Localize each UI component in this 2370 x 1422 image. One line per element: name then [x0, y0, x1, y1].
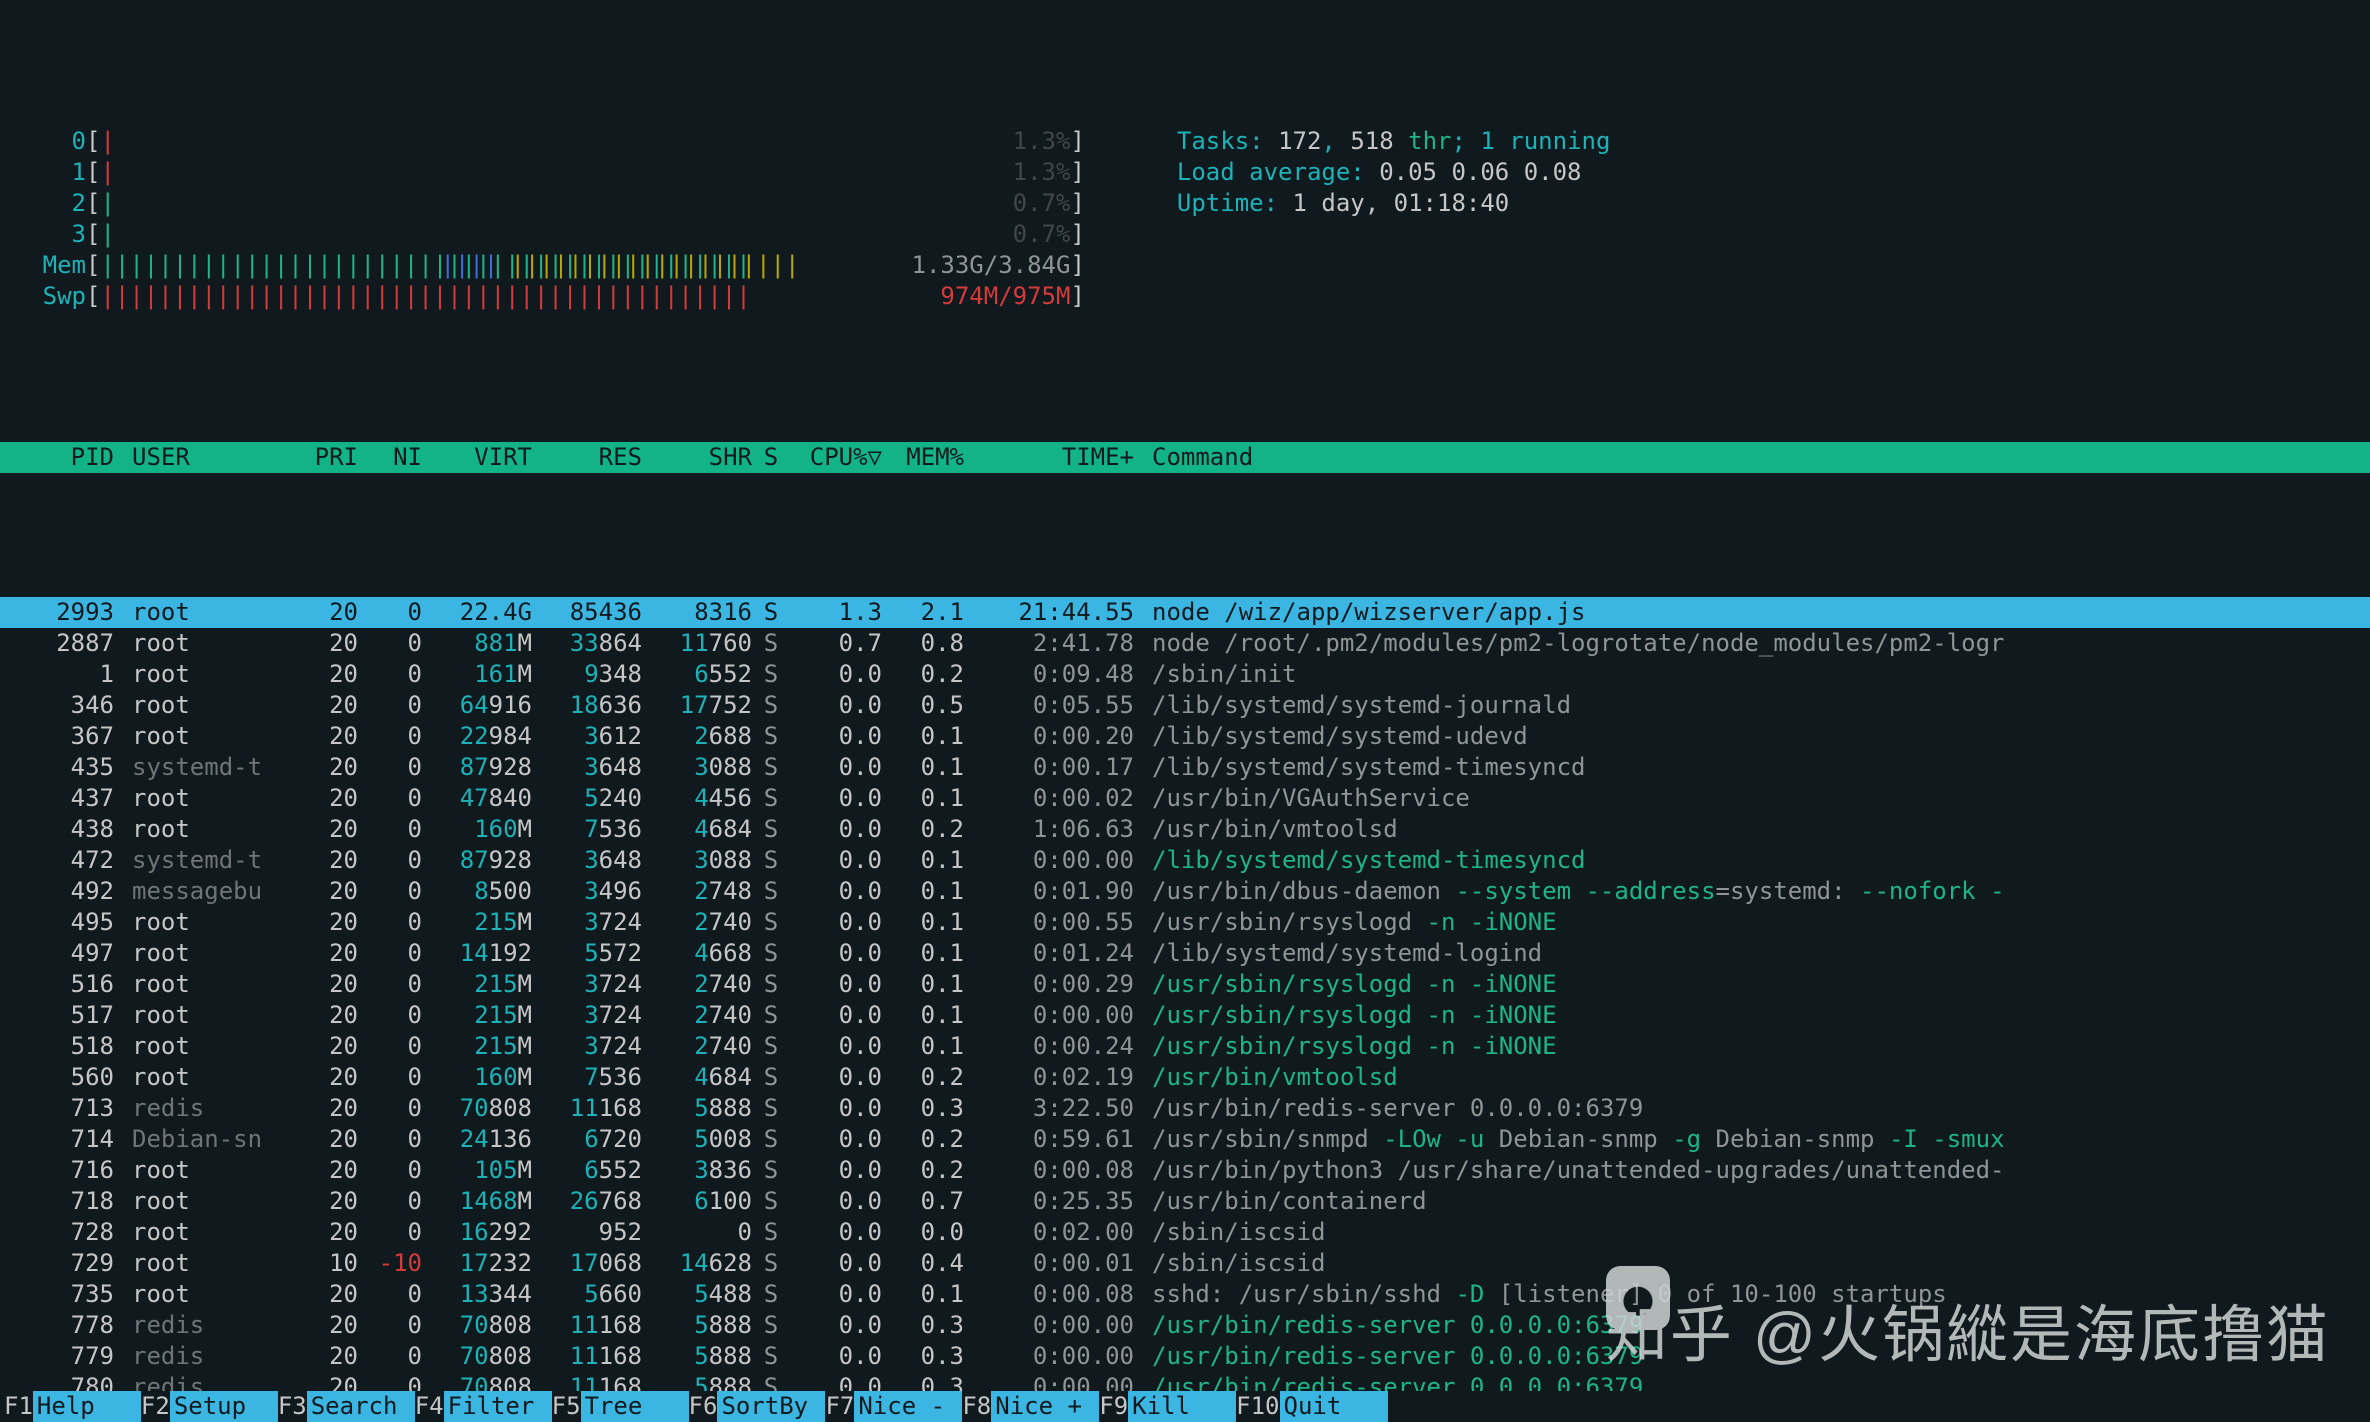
hdr-user[interactable]: USER: [114, 442, 294, 473]
process-row[interactable]: 729 root 10 -10 17232 17068 14628 S 0.0 …: [0, 1248, 2370, 1279]
cpu-meter-0: 0[|1.3%]Tasks: 172, 518 thr; 1 running: [24, 126, 2370, 157]
hdr-pri[interactable]: PRI: [294, 442, 358, 473]
process-row[interactable]: 495 root 20 0 215M 3724 2740 S 0.0 0.1 0…: [0, 907, 2370, 938]
process-row[interactable]: 714 Debian-sn 20 0 24136 6720 5008 S 0.0…: [0, 1124, 2370, 1155]
fnkey-F3[interactable]: F3Search: [278, 1391, 415, 1422]
fnkey-F4[interactable]: F4Filter: [415, 1391, 552, 1422]
process-row[interactable]: 716 root 20 0 105M 6552 3836 S 0.0 0.2 0…: [0, 1155, 2370, 1186]
process-row[interactable]: 438 root 20 0 160M 7536 4684 S 0.0 0.2 1…: [0, 814, 2370, 845]
hdr-ni[interactable]: NI: [358, 442, 422, 473]
hdr-time[interactable]: TIME+: [964, 442, 1134, 473]
fnkey-bar[interactable]: F1HelpF2SetupF3SearchF4FilterF5TreeF6Sor…: [0, 1391, 2370, 1422]
hdr-res[interactable]: RES: [532, 442, 642, 473]
cpu-meter-3: 3[|0.7%]: [24, 219, 2370, 250]
fnkey-F6[interactable]: F6SortBy: [689, 1391, 826, 1422]
hdr-virt[interactable]: VIRT: [422, 442, 532, 473]
process-row[interactable]: 517 root 20 0 215M 3724 2740 S 0.0 0.1 0…: [0, 1000, 2370, 1031]
process-row[interactable]: 497 root 20 0 14192 5572 4668 S 0.0 0.1 …: [0, 938, 2370, 969]
fnkey-F9[interactable]: F9Kill: [1099, 1391, 1236, 1422]
mem-meter: Mem[||||||||||||||||||||||||||||||||||||…: [24, 250, 2370, 281]
process-row[interactable]: 492 messagebu 20 0 8500 3496 2748 S 0.0 …: [0, 876, 2370, 907]
cpu-meter-2: 2[|0.7%]Uptime: 1 day, 01:18:40: [24, 188, 2370, 219]
process-row[interactable]: 779 redis 20 0 70808 11168 5888 S 0.0 0.…: [0, 1341, 2370, 1372]
process-row[interactable]: 437 root 20 0 47840 5240 4456 S 0.0 0.1 …: [0, 783, 2370, 814]
uptime-line: Uptime: 1 day, 01:18:40: [1177, 188, 1509, 219]
hdr-pid[interactable]: PID: [24, 442, 114, 473]
process-row[interactable]: 435 systemd-t 20 0 87928 3648 3088 S 0.0…: [0, 752, 2370, 783]
process-row[interactable]: 718 root 20 0 1468M 26768 6100 S 0.0 0.7…: [0, 1186, 2370, 1217]
cpu-meter-1: 1[|1.3%]Load average: 0.05 0.06 0.08: [24, 157, 2370, 188]
process-row[interactable]: 346 root 20 0 64916 18636 17752 S 0.0 0.…: [0, 690, 2370, 721]
fnkey-F10[interactable]: F10Quit: [1236, 1391, 1387, 1422]
process-row[interactable]: 2993 root 20 0 22.4G 85436 8316 S 1.3 2.…: [0, 597, 2370, 628]
fnkey-F5[interactable]: F5Tree: [552, 1391, 689, 1422]
hdr-s[interactable]: S: [752, 442, 790, 473]
process-row[interactable]: 728 root 20 0 16292 952 0 S 0.0 0.0 0:02…: [0, 1217, 2370, 1248]
hdr-cpu[interactable]: CPU%▽: [790, 442, 882, 473]
process-row[interactable]: 518 root 20 0 215M 3724 2740 S 0.0 0.1 0…: [0, 1031, 2370, 1062]
load-line: Load average: 0.05 0.06 0.08: [1177, 157, 1582, 188]
process-row[interactable]: 735 root 20 0 13344 5660 5488 S 0.0 0.1 …: [0, 1279, 2370, 1310]
hdr-mem[interactable]: MEM%: [882, 442, 964, 473]
process-row[interactable]: 560 root 20 0 160M 7536 4684 S 0.0 0.2 0…: [0, 1062, 2370, 1093]
tasks-line: Tasks: 172, 518 thr; 1 running: [1177, 126, 1611, 157]
process-header[interactable]: PID USER PRI NI VIRT RES SHR S CPU%▽ MEM…: [0, 442, 2370, 473]
hdr-cmd[interactable]: Command: [1134, 442, 2370, 473]
process-row[interactable]: 367 root 20 0 22984 3612 2688 S 0.0 0.1 …: [0, 721, 2370, 752]
fnkey-F8[interactable]: F8Nice +: [962, 1391, 1099, 1422]
process-row[interactable]: 1 root 20 0 161M 9348 6552 S 0.0 0.2 0:0…: [0, 659, 2370, 690]
process-row[interactable]: 516 root 20 0 215M 3724 2740 S 0.0 0.1 0…: [0, 969, 2370, 1000]
meters-block: 0[|1.3%]Tasks: 172, 518 thr; 1 running 1…: [0, 126, 2370, 312]
fnkey-F7[interactable]: F7Nice -: [825, 1391, 962, 1422]
fnkey-F2[interactable]: F2Setup: [141, 1391, 278, 1422]
swp-meter: Swp[||||||||||||||||||||||||||||||||||||…: [24, 281, 2370, 312]
process-row[interactable]: 778 redis 20 0 70808 11168 5888 S 0.0 0.…: [0, 1310, 2370, 1341]
process-row[interactable]: 472 systemd-t 20 0 87928 3648 3088 S 0.0…: [0, 845, 2370, 876]
process-list[interactable]: 2993 root 20 0 22.4G 85436 8316 S 1.3 2.…: [0, 597, 2370, 1422]
process-row[interactable]: 713 redis 20 0 70808 11168 5888 S 0.0 0.…: [0, 1093, 2370, 1124]
fnkey-F1[interactable]: F1Help: [4, 1391, 141, 1422]
hdr-shr[interactable]: SHR: [642, 442, 752, 473]
process-row[interactable]: 2887 root 20 0 881M 33864 11760 S 0.7 0.…: [0, 628, 2370, 659]
